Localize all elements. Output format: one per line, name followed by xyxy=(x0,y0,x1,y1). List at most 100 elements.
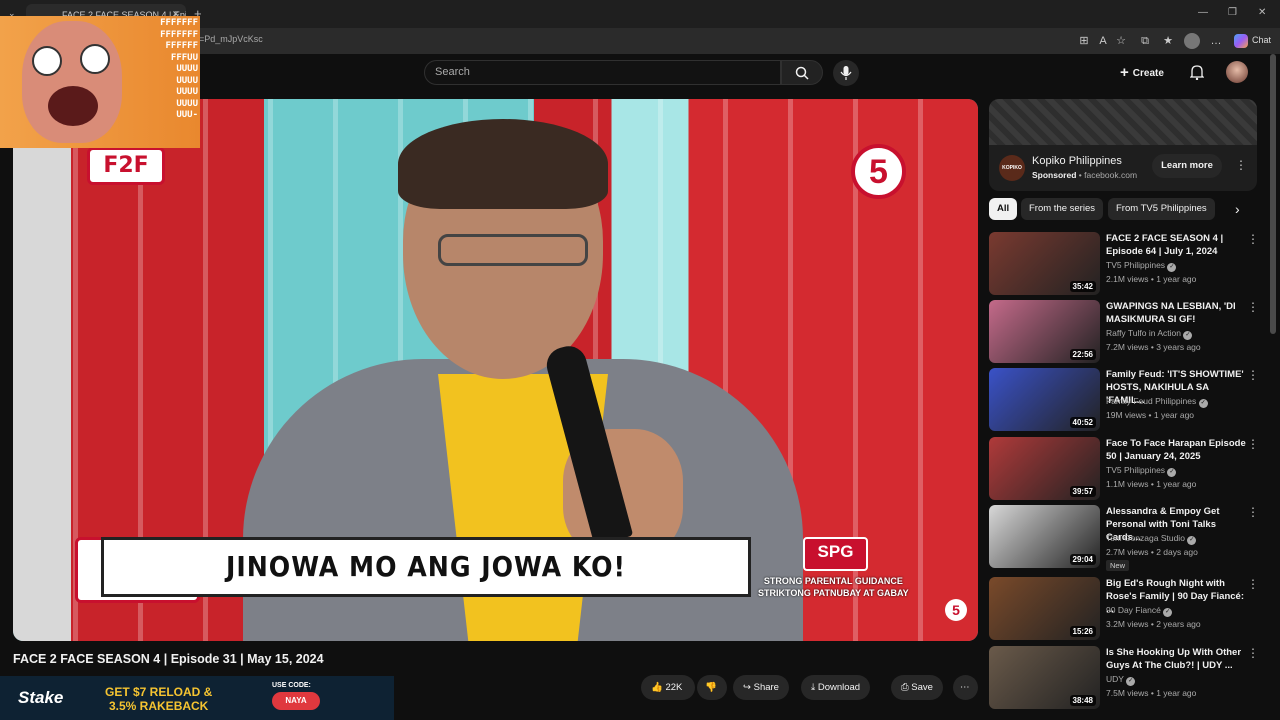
recommendation-channel[interactable]: Toni Gonzaga Studio ✓ xyxy=(1106,533,1197,545)
recommendation-thumbnail[interactable]: 22:56 xyxy=(989,300,1100,363)
maximize-button[interactable]: ❐ xyxy=(1228,7,1237,18)
search-icon xyxy=(795,66,809,80)
minimize-button[interactable]: — xyxy=(1198,7,1208,18)
share-button[interactable]: ↪ Share xyxy=(733,675,789,700)
chat-button[interactable]: Chat xyxy=(1252,35,1271,45)
recommendation-channel[interactable]: Family Feud Philippines ✓ xyxy=(1106,396,1208,408)
chip-all[interactable]: All xyxy=(989,198,1018,220)
recommendation-menu-icon[interactable]: ⋮ xyxy=(1247,437,1259,451)
recommendation-thumbnail[interactable]: 40:52 xyxy=(989,368,1100,431)
ad-menu-icon[interactable]: ⋮ xyxy=(1235,158,1247,172)
share-icon: ↪ xyxy=(743,682,751,693)
chevron-right-icon[interactable]: › xyxy=(1235,201,1240,217)
new-badge: New xyxy=(1106,560,1130,571)
verified-icon: ✓ xyxy=(1126,677,1136,686)
read-aloud-icon[interactable]: A xyxy=(1095,33,1111,49)
channel-name: TV5 Philippines xyxy=(1106,260,1166,270)
verified-icon: ✓ xyxy=(1167,263,1177,272)
recommendation-menu-icon[interactable]: ⋮ xyxy=(1247,646,1259,660)
recommendation-item[interactable]: 29:04 Alessandra & Empoy Get Personal wit… xyxy=(989,505,1259,571)
more-actions-button[interactable]: ⋯ xyxy=(953,675,978,700)
recommendation-title[interactable]: GWAPINGS NA LESBIAN, 'DI MASIKMURA SI GF… xyxy=(1106,300,1246,326)
thumbs-up-icon: 👍 xyxy=(651,682,663,693)
profile-icon[interactable] xyxy=(1184,33,1200,49)
search-input[interactable]: Search xyxy=(424,60,781,85)
rage-face-mouth xyxy=(48,86,98,126)
recommendation-item[interactable]: 22:56 GWAPINGS NA LESBIAN, 'DI MASIKMURA … xyxy=(989,300,1259,364)
microphone-icon xyxy=(840,66,852,80)
recommendation-channel[interactable]: 90 Day Fiancé ✓ xyxy=(1106,605,1173,617)
dislike-button[interactable]: 👎 xyxy=(697,675,727,700)
recommendation-item[interactable]: 15:26 Big Ed's Rough Night with Rose's Fa… xyxy=(989,577,1259,641)
search-button[interactable] xyxy=(781,60,823,85)
video-duration: 35:42 xyxy=(1069,281,1096,292)
save-button[interactable]: ⎙ Save xyxy=(891,675,943,700)
subscribe-watermark: 5 xyxy=(945,599,967,621)
save-label: Save xyxy=(911,682,933,693)
recommendation-meta: 2.7M views • 2 days ago xyxy=(1106,547,1198,557)
recommendation-thumbnail[interactable]: 15:26 xyxy=(989,577,1100,640)
recommendation-thumbnail[interactable]: 38:48 xyxy=(989,646,1100,709)
stake-use-code-label: USE CODE: xyxy=(272,682,311,689)
recommendation-menu-icon[interactable]: ⋮ xyxy=(1247,368,1259,382)
meme-overlay: FFFFFFF FFFFFFF FFFFFF FFFUU UUUU UUUU U… xyxy=(0,16,200,148)
notifications-button[interactable] xyxy=(1189,64,1205,85)
ad-domain: facebook.com xyxy=(1084,170,1138,180)
recommendation-item[interactable]: 40:52 Family Feud: 'IT'S SHOWTIME' HOSTS,… xyxy=(989,368,1259,432)
download-button[interactable]: ⤓ Download xyxy=(801,675,871,700)
recommendation-item[interactable]: 35:42 FACE 2 FACE SEASON 4 | Episode 64 |… xyxy=(989,232,1259,296)
create-button[interactable]: + Create xyxy=(1120,61,1164,85)
f2f-logo-top: F2F xyxy=(87,147,165,185)
recommendation-title[interactable]: Face To Face Harapan Episode 50 | Januar… xyxy=(1106,437,1246,463)
plus-icon: + xyxy=(1120,64,1129,81)
recommendation-meta: 7.5M views • 1 year ago xyxy=(1106,688,1197,698)
create-label: Create xyxy=(1132,68,1164,79)
app-available-icon[interactable]: ⊞ xyxy=(1076,33,1092,49)
voice-search-button[interactable] xyxy=(833,60,859,86)
video-player[interactable]: 5 F2F F2F JINOWA MO ANG JOWA KO! SPG STR… xyxy=(13,99,978,641)
verified-icon: ✓ xyxy=(1163,608,1173,617)
learn-more-button[interactable]: Learn more xyxy=(1152,154,1222,178)
chip-from-the-series[interactable]: From the series xyxy=(1021,198,1103,220)
recommendation-channel[interactable]: Raffy Tulfo in Action ✓ xyxy=(1106,328,1193,340)
favorite-star-icon[interactable]: ☆ xyxy=(1113,33,1129,49)
video-duration: 29:04 xyxy=(1069,554,1096,565)
favorites-icon[interactable]: ★ xyxy=(1160,33,1176,49)
recommendation-item[interactable]: 39:57 Face To Face Harapan Episode 50 | J… xyxy=(989,437,1259,501)
channel-name: Toni Gonzaga Studio xyxy=(1106,533,1185,543)
video-duration: 39:57 xyxy=(1069,486,1096,497)
recommendation-thumbnail[interactable]: 35:42 xyxy=(989,232,1100,295)
recommendation-thumbnail[interactable]: 39:57 xyxy=(989,437,1100,500)
stake-offer-line2: 3.5% RAKEBACK xyxy=(109,699,209,713)
close-window-button[interactable]: ✕ xyxy=(1258,7,1266,18)
recommendation-channel[interactable]: TV5 Philippines ✓ xyxy=(1106,465,1177,477)
recommendation-menu-icon[interactable]: ⋮ xyxy=(1247,577,1259,591)
recommendation-menu-icon[interactable]: ⋮ xyxy=(1247,232,1259,246)
video-duration: 40:52 xyxy=(1069,417,1096,428)
like-count: 22K xyxy=(665,682,683,693)
more-menu-icon[interactable]: … xyxy=(1208,33,1224,49)
extensions-icon[interactable]: ⧉ xyxy=(1137,33,1153,49)
sponsored-ad-card[interactable]: KOPIKO Kopiko Philippines Sponsored • fa… xyxy=(989,99,1257,191)
spg-rating-badge: SPG xyxy=(803,537,868,571)
recommendation-item[interactable]: 38:48 Is She Hooking Up With Other Guys A… xyxy=(989,646,1259,710)
recommendation-meta: 2.1M views • 1 year ago xyxy=(1106,274,1197,284)
verified-icon: ✓ xyxy=(1198,399,1208,408)
like-button[interactable]: 👍 22K xyxy=(641,675,695,700)
copilot-icon[interactable] xyxy=(1234,34,1248,48)
page-scrollbar[interactable] xyxy=(1270,54,1276,334)
recommendation-title[interactable]: Is She Hooking Up With Other Guys At The… xyxy=(1106,646,1246,672)
channel-name: Family Feud Philippines xyxy=(1106,396,1197,406)
video-title: FACE 2 FACE SEASON 4 | Episode 31 | May … xyxy=(13,652,324,666)
recommendation-menu-icon[interactable]: ⋮ xyxy=(1247,505,1259,519)
verified-icon: ✓ xyxy=(1167,468,1177,477)
recommendation-channel[interactable]: UDY ✓ xyxy=(1106,674,1136,686)
recommendation-title[interactable]: FACE 2 FACE SEASON 4 | Episode 64 | July… xyxy=(1106,232,1246,258)
recommendation-menu-icon[interactable]: ⋮ xyxy=(1247,300,1259,314)
recommendation-thumbnail[interactable]: 29:04 xyxy=(989,505,1100,568)
video-duration: 38:48 xyxy=(1069,695,1096,706)
chip-from-tv5[interactable]: From TV5 Philippines xyxy=(1108,198,1215,220)
glasses xyxy=(438,234,588,266)
recommendation-channel[interactable]: TV5 Philippines ✓ xyxy=(1106,260,1177,272)
user-avatar[interactable] xyxy=(1226,61,1248,83)
